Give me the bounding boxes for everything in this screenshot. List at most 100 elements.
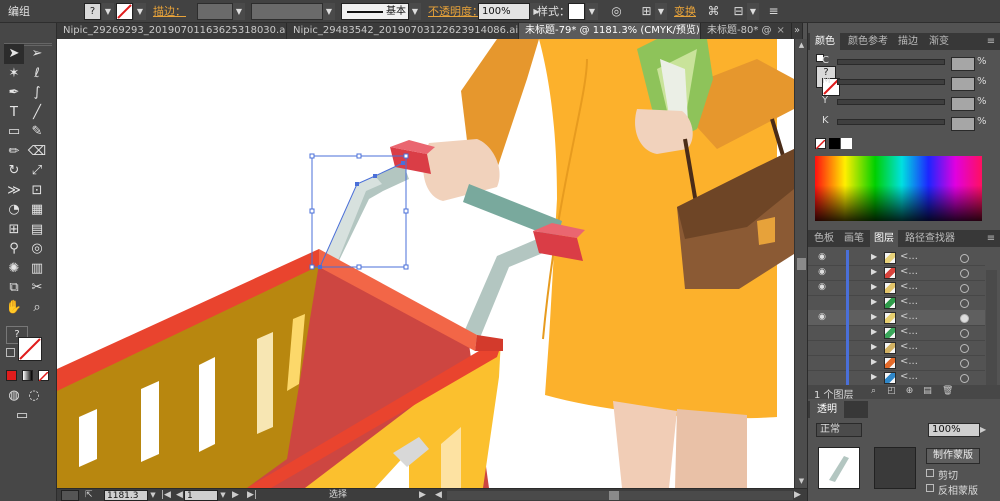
hand-tool-icon[interactable]: ✋ — [4, 298, 24, 318]
target-circle-icon[interactable] — [960, 254, 969, 263]
first-artboard-icon[interactable]: |◀ — [161, 490, 175, 501]
arrange-icon[interactable]: ⊟ — [730, 3, 747, 20]
gradient-tool-icon[interactable]: ▤ — [27, 220, 47, 240]
scroll-up-icon[interactable]: ▲ — [796, 40, 807, 51]
visibility-eye-icon[interactable] — [816, 297, 828, 307]
curvature-tool-icon[interactable]: ∫ — [27, 83, 47, 103]
tab-swatches[interactable]: 色板 — [810, 230, 838, 247]
locate-object-icon[interactable]: ⌕ — [868, 386, 879, 397]
tab-color-guide[interactable]: 颜色参考 — [844, 33, 892, 50]
blend-tool-icon[interactable]: ◎ — [27, 239, 47, 259]
scroll-thumb[interactable] — [797, 258, 806, 270]
slice-tool-icon[interactable]: ✂ — [27, 278, 47, 298]
expand-triangle-icon[interactable]: ▶ — [871, 312, 877, 321]
tab-document-1[interactable]: Nipic_29269293_20190701163625318030.ai*× — [57, 23, 287, 39]
slider-value-m[interactable] — [951, 77, 975, 91]
expand-triangle-icon[interactable]: ▶ — [871, 357, 877, 366]
perspective-grid-tool-icon[interactable]: ▦ — [27, 200, 47, 220]
opacity-field[interactable]: 100% — [478, 3, 530, 20]
fill-swatch[interactable]: ? — [84, 3, 101, 20]
column-graph-tool-icon[interactable]: ▥ — [27, 259, 47, 279]
layer-row[interactable]: ▶ <... — [808, 325, 985, 341]
hscroll-thumb[interactable] — [609, 491, 619, 500]
artboard-number-field[interactable]: 1 — [184, 490, 218, 501]
visibility-eye-icon[interactable]: ◉ — [816, 267, 828, 277]
close-icon[interactable]: × — [777, 25, 785, 36]
delete-layer-icon[interactable]: 🗑 — [942, 386, 953, 397]
zoom-dropdown-icon[interactable]: ▼ — [148, 490, 158, 501]
layer-row[interactable]: ◉ ▶ <... — [808, 280, 985, 296]
paintbrush-tool-icon[interactable]: ✎ — [27, 122, 47, 142]
target-circle-icon[interactable] — [960, 329, 969, 338]
none-mode-icon[interactable] — [38, 370, 49, 382]
pencil-tool-icon[interactable]: ✏ — [4, 142, 24, 162]
target-circle-icon[interactable] — [960, 314, 969, 323]
visibility-eye-icon[interactable] — [816, 357, 828, 367]
gradient-mode-icon[interactable] — [22, 370, 33, 381]
layer-row[interactable]: ◉ ▶ <... — [808, 265, 985, 281]
fill-dropdown-icon[interactable]: ▼ — [102, 3, 114, 20]
opacity-arrow-icon[interactable]: ▶ — [980, 423, 992, 437]
pen-tool-icon[interactable]: ✒ — [4, 83, 24, 103]
transparency-opacity-field[interactable]: 100% — [928, 423, 980, 437]
slider-track-c[interactable] — [837, 59, 945, 65]
visibility-eye-icon[interactable]: ◉ — [816, 282, 828, 292]
magic-wand-tool-icon[interactable]: ✶ — [4, 64, 24, 84]
scroll-down-icon[interactable]: ▼ — [796, 476, 807, 487]
shape-builder-tool-icon[interactable]: ◔ — [4, 200, 24, 220]
expand-triangle-icon[interactable]: ▶ — [871, 267, 877, 276]
style-dropdown-icon[interactable]: ▼ — [586, 3, 598, 20]
expand-triangle-icon[interactable]: ▶ — [871, 327, 877, 336]
artboard-tool-icon[interactable]: ⧉ — [4, 278, 24, 298]
layer-row[interactable]: ▶ <... — [808, 355, 985, 371]
variable-width-profile[interactable] — [251, 3, 323, 20]
rotate-tool-icon[interactable]: ↻ — [4, 161, 24, 181]
recolor-artwork-icon[interactable]: ◎ — [608, 3, 625, 20]
slider-value-y[interactable] — [951, 97, 975, 111]
lasso-tool-icon[interactable]: ℓ — [27, 64, 47, 84]
zoom-tool-icon[interactable]: ⌕ — [27, 298, 47, 318]
target-circle-icon[interactable] — [960, 359, 969, 368]
artboard-icon[interactable]: ⇱ — [85, 490, 99, 501]
tab-document-2[interactable]: Nipic_29483542_20190703122623914086.ai*× — [287, 23, 519, 39]
panel-menu-icon[interactable]: ≡ — [984, 230, 998, 247]
target-circle-icon[interactable] — [960, 299, 969, 308]
target-circle-icon[interactable] — [960, 284, 969, 293]
make-mask-button[interactable]: 制作蒙版 — [926, 448, 980, 464]
expand-triangle-icon[interactable]: ▶ — [871, 297, 877, 306]
selection-tool-icon[interactable]: ➤ — [4, 44, 24, 64]
expand-triangle-icon[interactable]: ▶ — [871, 342, 877, 351]
tab-color[interactable]: 颜色 — [810, 33, 840, 50]
tab-pathfinder[interactable]: 路径查找器 — [900, 230, 960, 247]
color-spectrum[interactable] — [815, 156, 982, 221]
tab-gradient[interactable]: 渐变 — [924, 33, 954, 50]
mask-thumbnail[interactable] — [874, 447, 916, 489]
type-tool-icon[interactable]: T — [4, 103, 24, 123]
color-mode-icon[interactable] — [6, 370, 17, 381]
slider-track-y[interactable] — [837, 99, 945, 105]
width-tool-icon[interactable]: ≫ — [4, 181, 24, 201]
new-sublayer-icon[interactable]: ⊕ — [904, 386, 915, 397]
tab-document-4[interactable]: 未标题-80* @ × — [701, 23, 792, 39]
blend-mode-select[interactable]: 正常 — [816, 423, 862, 437]
free-transform-tool-icon[interactable]: ⊡ — [27, 181, 47, 201]
expand-triangle-icon[interactable]: ▶ — [871, 282, 877, 291]
expand-triangle-icon[interactable]: ▶ — [871, 372, 877, 381]
vertical-scrollbar[interactable]: ▲ ▼ — [794, 39, 807, 488]
eraser-tool-icon[interactable]: ⌫ — [27, 142, 47, 162]
isolate-group-icon[interactable]: ⌘ — [705, 3, 722, 20]
hscroll-left-icon[interactable]: ◀ — [435, 490, 445, 501]
visibility-eye-icon[interactable]: ◉ — [816, 252, 828, 262]
stroke-swatch[interactable] — [116, 3, 133, 20]
layer-row[interactable]: ▶ <... — [808, 370, 985, 386]
tab-document-active[interactable]: 未标题-79* @ 1181.3% (CMYK/预览)× — [519, 23, 701, 39]
panel-menu-icon[interactable]: ≡ — [765, 3, 782, 20]
zoom-field[interactable]: 1181.3 — [104, 490, 148, 501]
brush-definition-field[interactable]: 基本 — [341, 3, 409, 20]
visibility-eye-icon[interactable] — [816, 342, 828, 352]
stroke-weight-field[interactable] — [197, 3, 233, 20]
more-tabs-icon[interactable]: » — [792, 23, 803, 39]
rectangle-tool-icon[interactable]: ▭ — [4, 122, 24, 142]
target-circle-icon[interactable] — [960, 344, 969, 353]
transform-label[interactable]: 变换 — [674, 3, 696, 20]
